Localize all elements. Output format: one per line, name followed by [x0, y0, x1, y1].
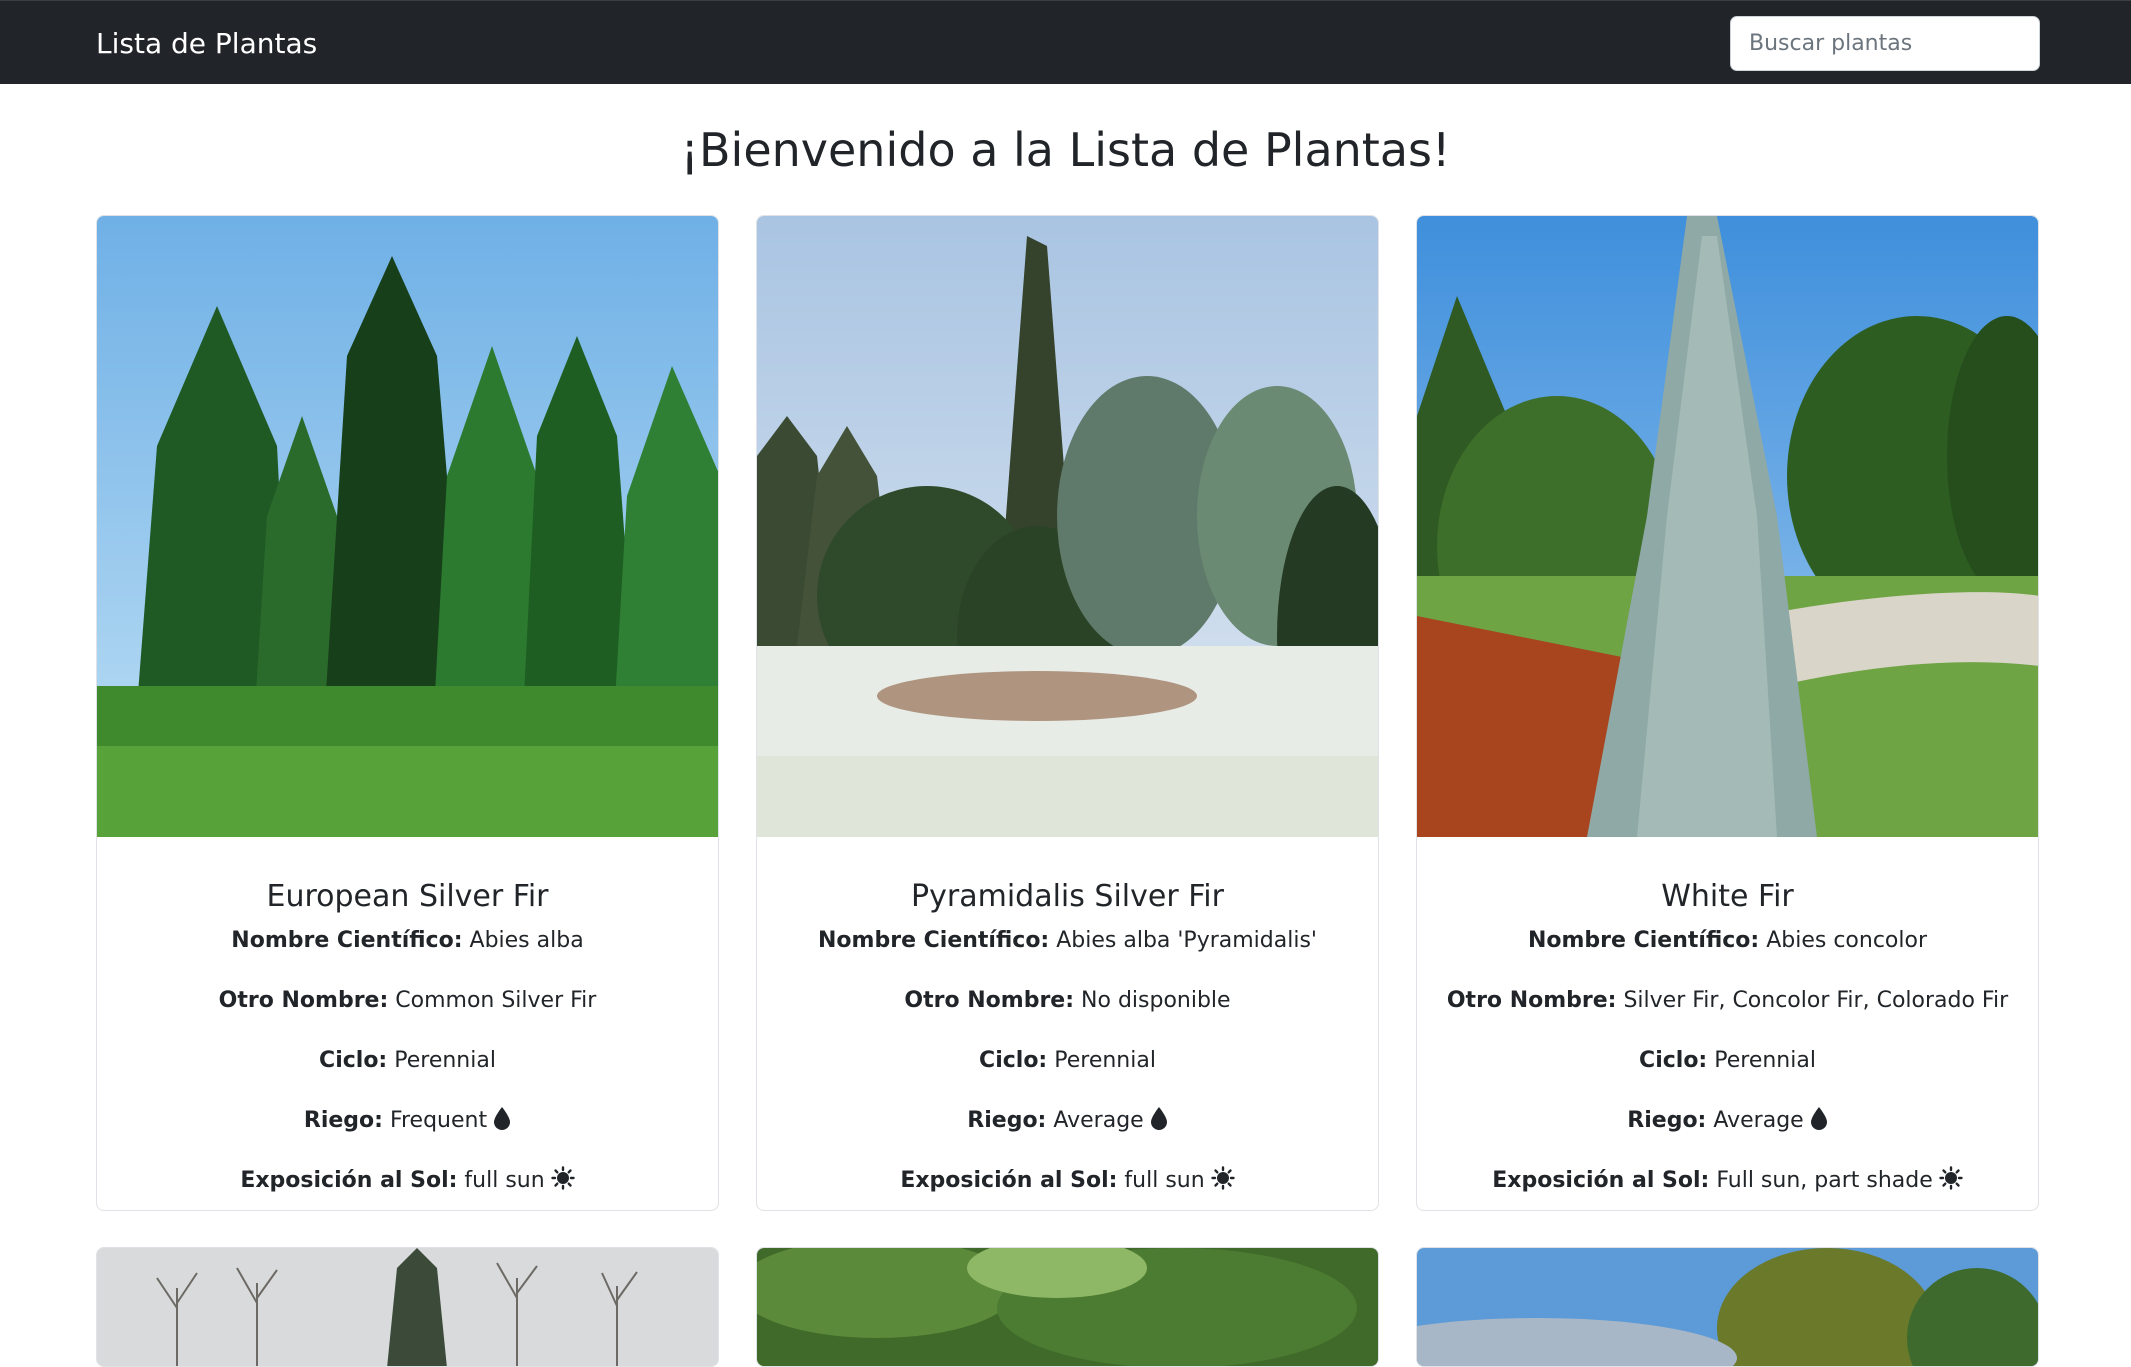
sun-row: Exposición al Sol: full sun — [97, 1165, 718, 1210]
sun-value: full sun — [1124, 1168, 1205, 1193]
sun-label: Exposición al Sol: — [900, 1168, 1118, 1193]
scientific-name-label: Nombre Científico: — [231, 928, 463, 953]
other-name-row: Otro Nombre: No disponible — [757, 985, 1378, 1045]
watering-row: Riego: Average — [1417, 1105, 2038, 1165]
cycle-value: Perennial — [394, 1048, 496, 1073]
plant-image — [1417, 216, 2038, 837]
scientific-name-label: Nombre Científico: — [1527, 928, 1760, 953]
plant-name: European Silver Fir — [266, 879, 549, 914]
cycle-label: Ciclo: — [1639, 1048, 1708, 1073]
sun-icon — [1210, 1166, 1235, 1200]
search-input[interactable] — [1730, 16, 2040, 71]
other-name-label: Otro Nombre: — [1446, 988, 1617, 1013]
plant-image — [97, 216, 718, 837]
watering-row: Riego: Frequent — [97, 1105, 718, 1165]
plant-card — [756, 1247, 1379, 1367]
plant-card: White Fir Nombre Científico: Abies conco… — [1416, 215, 2039, 1211]
sun-label: Exposición al Sol: — [240, 1168, 458, 1193]
scientific-name-value: Abies concolor — [1766, 928, 1927, 953]
water-drop-icon — [1810, 1106, 1828, 1140]
watering-value: Frequent — [389, 1108, 488, 1133]
scientific-name-row: Nombre Científico: Abies alba — [97, 925, 718, 985]
water-drop-icon — [493, 1106, 511, 1140]
cycle-row: Ciclo: Perennial — [1417, 1045, 2038, 1105]
watering-label: Riego: — [1627, 1108, 1707, 1133]
sun-label: Exposición al Sol: — [1492, 1168, 1710, 1193]
watering-label: Riego: — [967, 1108, 1047, 1133]
plant-name: Pyramidalis Silver Fir — [911, 879, 1224, 914]
sun-icon — [550, 1166, 575, 1200]
sun-icon — [1939, 1166, 1963, 1200]
sun-row: Exposición al Sol: full sun — [757, 1165, 1378, 1210]
cycle-row: Ciclo: Perennial — [757, 1045, 1378, 1105]
plant-image — [1417, 1248, 2038, 1366]
page-title: ¡Bienvenido a la Lista de Plantas! — [680, 123, 1451, 177]
plant-image — [97, 1248, 718, 1366]
sun-row: Exposición al Sol: Full sun, part shade — [1417, 1165, 2038, 1210]
cycle-label: Ciclo: — [319, 1048, 388, 1073]
navbar-brand[interactable]: Lista de Plantas — [96, 27, 317, 61]
other-name-value: Silver Fir, Concolor Fir, Colorado Fir — [1623, 988, 2009, 1013]
plant-image — [757, 1248, 1378, 1366]
plant-card: European Silver Fir Nombre Científico: A… — [96, 215, 719, 1211]
other-name-label: Otro Nombre: — [904, 988, 1075, 1013]
plant-name: White Fir — [1661, 879, 1794, 914]
other-name-value: Common Silver Fir — [395, 988, 597, 1013]
cycle-value: Perennial — [1714, 1048, 1816, 1073]
other-name-label: Otro Nombre: — [218, 988, 389, 1013]
plant-card — [96, 1247, 719, 1367]
watering-label: Riego: — [303, 1108, 383, 1133]
other-name-row: Otro Nombre: Silver Fir, Concolor Fir, C… — [1417, 985, 2038, 1045]
cycle-label: Ciclo: — [979, 1048, 1048, 1073]
navbar: Lista de Plantas — [0, 0, 2131, 84]
scientific-name-row: Nombre Científico: Abies concolor — [1417, 925, 2038, 985]
scientific-name-value: Abies alba 'Pyramidalis' — [1056, 928, 1317, 953]
watering-value: Average — [1053, 1108, 1144, 1133]
other-name-value: No disponible — [1081, 988, 1231, 1013]
water-drop-icon — [1150, 1106, 1168, 1140]
sun-value: Full sun, part shade — [1716, 1168, 1933, 1193]
watering-value: Average — [1713, 1108, 1804, 1133]
scientific-name-value: Abies alba — [469, 928, 584, 953]
plant-card: Pyramidalis Silver Fir Nombre Científico… — [756, 215, 1379, 1211]
scientific-name-row: Nombre Científico: Abies alba 'Pyramidal… — [757, 925, 1378, 985]
other-name-row: Otro Nombre: Common Silver Fir — [97, 985, 718, 1045]
watering-row: Riego: Average — [757, 1105, 1378, 1165]
plant-card — [1416, 1247, 2039, 1367]
cycle-row: Ciclo: Perennial — [97, 1045, 718, 1105]
sun-value: full sun — [464, 1168, 545, 1193]
plant-image — [757, 216, 1378, 837]
cycle-value: Perennial — [1054, 1048, 1156, 1073]
scientific-name-label: Nombre Científico: — [818, 928, 1050, 953]
